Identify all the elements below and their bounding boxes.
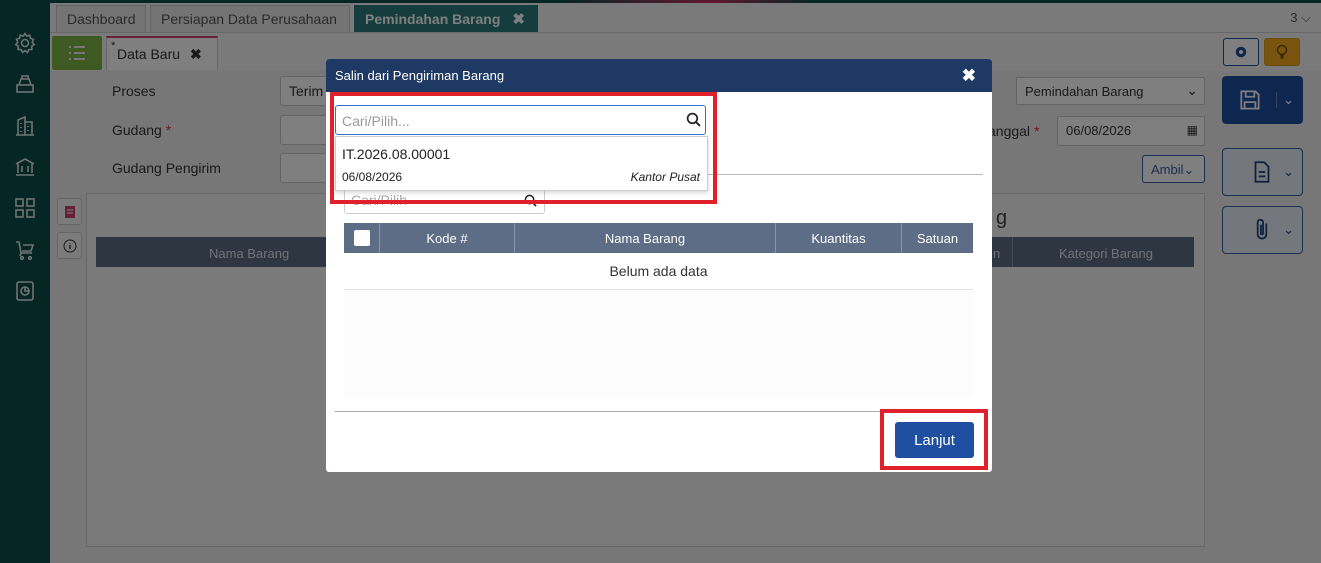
col-nama-barang[interactable]: Nama Barang xyxy=(515,223,776,253)
col-satuan[interactable]: Satuan xyxy=(902,223,973,253)
items-table-header: Kode # Nama Barang Kuantitas Satuan xyxy=(344,223,973,253)
select-all-cell xyxy=(344,223,380,253)
dialog-title: Salin dari Pengiriman Barang xyxy=(335,68,505,83)
dialog-header: Salin dari Pengiriman Barang ✖ xyxy=(326,59,992,92)
close-dialog-icon[interactable]: ✖ xyxy=(962,66,976,86)
col-kode[interactable]: Kode # xyxy=(380,223,515,253)
items-table-body xyxy=(344,290,973,398)
highlight-box xyxy=(330,92,717,204)
empty-state: Belum ada data xyxy=(344,253,973,290)
select-all-checkbox[interactable] xyxy=(353,230,370,246)
col-kuantitas[interactable]: Kuantitas xyxy=(776,223,902,253)
copy-from-shipment-dialog: Salin dari Pengiriman Barang ✖ Cari/Pili… xyxy=(326,59,992,472)
highlight-box xyxy=(880,409,988,470)
